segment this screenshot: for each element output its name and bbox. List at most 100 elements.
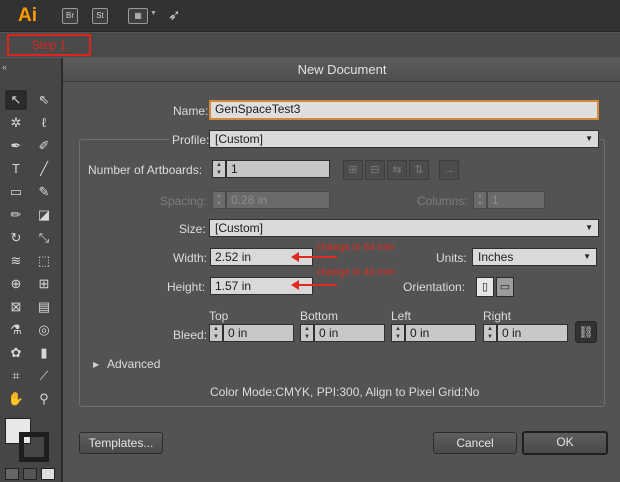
templates-button[interactable]: Templates...	[79, 432, 163, 454]
bridge-icon[interactable]: Br	[62, 8, 78, 24]
bleed-bottom-label: Bottom	[300, 309, 339, 323]
artboard-tool-icon[interactable]: ⌗	[5, 366, 27, 386]
width-arrow-head	[291, 252, 299, 262]
curvature-tool-icon[interactable]: ✐	[33, 136, 55, 156]
advanced-toggle[interactable]: Advanced	[107, 357, 160, 371]
graph-tool-icon[interactable]: ▮	[33, 343, 55, 363]
app-bar: Ai Br St ▦ ▼ ➶	[0, 0, 620, 32]
gradient-tool-icon[interactable]: ▤	[33, 297, 55, 317]
magic-wand-tool-icon[interactable]: ✲	[5, 113, 27, 133]
bleed-right-field[interactable]: 0 in	[497, 324, 568, 342]
bleed-top-field[interactable]: 0 in	[223, 324, 294, 342]
grid-by-row-icon[interactable]: ⊞	[343, 160, 363, 180]
arrange-by-column-icon[interactable]: ⇅	[409, 160, 429, 180]
stroke-swatch[interactable]	[19, 432, 49, 462]
paintbrush-tool-icon[interactable]: ✎	[33, 182, 55, 202]
cancel-button[interactable]: Cancel	[433, 432, 517, 454]
symbol-sprayer-tool-icon[interactable]: ✿	[5, 343, 27, 363]
columns-field: 1	[487, 191, 545, 209]
line-tool-icon[interactable]: ╱	[33, 159, 55, 179]
dialog-title: New Document	[63, 58, 620, 82]
right-to-left-icon[interactable]: →	[439, 160, 459, 180]
illustrator-logo: Ai	[18, 5, 37, 26]
mesh-tool-icon[interactable]: ⊠	[5, 297, 27, 317]
gpu-rocket-icon[interactable]: ➶	[168, 6, 181, 24]
artboards-label: Number of Artboards:	[88, 163, 203, 177]
name-label: Name:	[173, 104, 209, 118]
selection-tool-icon[interactable]: ↖	[5, 90, 27, 110]
units-label: Units:	[436, 251, 467, 265]
app-window: Ai Br St ▦ ▼ ➶ Step 1 « ↖ ⇖ ✲ ℓ ✒ ✐ T ╱ …	[0, 0, 620, 482]
height-arrow-head	[291, 280, 299, 290]
ok-button[interactable]: OK	[522, 431, 608, 455]
height-arrow	[299, 284, 337, 286]
spacing-field: 0.28 in	[226, 191, 330, 209]
units-select[interactable]: Inches ▼	[472, 248, 597, 266]
bleed-top-stepper[interactable]: ▲ ▼	[209, 324, 223, 342]
arrange-documents-icon[interactable]: ▦	[128, 8, 148, 24]
width-label: Width:	[173, 251, 208, 265]
hand-tool-icon[interactable]: ✋	[5, 389, 27, 409]
artboards-stepper[interactable]: ▲ ▼	[212, 160, 226, 178]
type-tool-icon[interactable]: T	[5, 159, 27, 179]
stock-icon[interactable]: St	[92, 8, 108, 24]
name-field[interactable]: GenSpaceTest3	[209, 100, 599, 120]
bleed-right-label: Right	[483, 309, 512, 323]
orientation-label: Orientation:	[403, 280, 466, 294]
rectangle-tool-icon[interactable]: ▭	[5, 182, 27, 202]
bleed-top-label: Top	[209, 309, 229, 323]
shape-builder-tool-icon[interactable]: ⊕	[5, 274, 27, 294]
height-annotation: change to 40 mm	[317, 267, 395, 278]
perspective-grid-tool-icon[interactable]: ⊞	[33, 274, 55, 294]
arrange-dropdown-icon[interactable]: ▼	[150, 10, 157, 17]
profile-select[interactable]: [Custom] ▼	[209, 130, 599, 148]
disclosure-triangle-icon[interactable]: ▶	[93, 360, 99, 369]
zoom-tool-icon[interactable]: ⚲	[33, 389, 55, 409]
spacing-label: Spacing:	[160, 194, 207, 208]
portrait-orientation-icon[interactable]: ▯	[476, 277, 494, 297]
pencil-tool-icon[interactable]: ✏	[5, 205, 27, 225]
color-mode-button[interactable]	[5, 468, 19, 480]
arrange-by-row-icon[interactable]: ⇆	[387, 160, 407, 180]
slice-tool-icon[interactable]: ⟋	[33, 366, 55, 386]
height-label: Height:	[167, 280, 206, 294]
size-select[interactable]: [Custom] ▼	[209, 219, 599, 237]
width-arrow	[299, 256, 337, 258]
rotate-tool-icon[interactable]: ↻	[5, 228, 27, 248]
step-bar	[0, 33, 620, 57]
profile-value: [Custom]	[215, 132, 264, 146]
warp-tool-icon[interactable]: ≋	[5, 251, 27, 271]
lasso-tool-icon[interactable]: ℓ	[33, 113, 55, 133]
size-value: [Custom]	[215, 221, 264, 235]
document-summary: Color Mode:CMYK, PPI:300, Align to Pixel…	[210, 385, 480, 399]
direct-selection-tool-icon[interactable]: ⇖	[33, 90, 55, 110]
bleed-left-field[interactable]: 0 in	[405, 324, 476, 342]
landscape-orientation-icon[interactable]: ▭	[496, 277, 514, 297]
profile-label: Profile:	[169, 133, 213, 147]
gradient-mode-button[interactable]	[23, 468, 37, 480]
bleed-label: Bleed:	[173, 328, 208, 342]
eraser-tool-icon[interactable]: ◪	[33, 205, 55, 225]
grid-by-column-icon[interactable]: ⊟	[365, 160, 385, 180]
width-annotation: change to 64 mm	[317, 242, 395, 253]
chevron-down-icon: ▼	[585, 223, 593, 232]
eyedropper-tool-icon[interactable]: ⚗	[5, 320, 27, 340]
size-label: Size:	[179, 222, 206, 236]
spacing-stepper: ▲ ▼	[212, 191, 226, 209]
columns-label: Columns:	[417, 194, 468, 208]
units-value: Inches	[478, 250, 514, 264]
collapse-panel-icon[interactable]: «	[2, 62, 7, 72]
bleed-right-stepper[interactable]: ▲ ▼	[483, 324, 497, 342]
link-bleed-icon[interactable]: ⛓	[575, 321, 597, 343]
blend-tool-icon[interactable]: ◎	[33, 320, 55, 340]
scale-tool-icon[interactable]: ⤡	[33, 228, 55, 248]
none-mode-button[interactable]	[41, 468, 55, 480]
bleed-bottom-stepper[interactable]: ▲ ▼	[300, 324, 314, 342]
bleed-bottom-field[interactable]: 0 in	[314, 324, 385, 342]
free-transform-tool-icon[interactable]: ⬚	[33, 251, 55, 271]
new-document-dialog: New Document Name: GenSpaceTest3 Profile…	[62, 58, 620, 482]
artboards-field[interactable]: 1	[226, 160, 330, 178]
bleed-left-stepper[interactable]: ▲ ▼	[391, 324, 405, 342]
pen-tool-icon[interactable]: ✒	[5, 136, 27, 156]
columns-stepper: ▲ ▼	[473, 191, 487, 209]
